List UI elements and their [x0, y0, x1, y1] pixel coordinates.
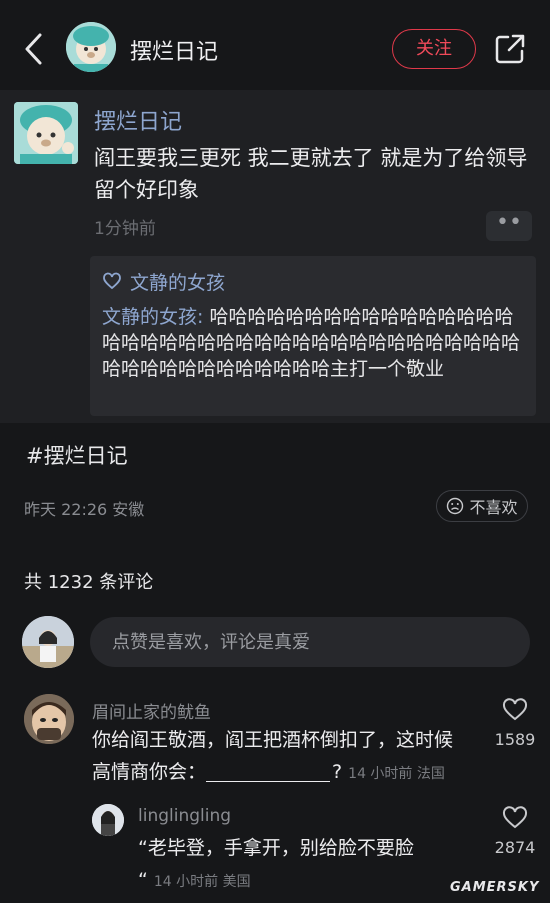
comment-text-fragment: 高情商你会：	[92, 761, 207, 783]
comment-meta: 14 小时前 美国	[153, 874, 251, 890]
post-card: 摆烂日记 阎王要我三更死 我二更就去了 就是为了给领导留个好印象 1分钟前 ••…	[0, 90, 550, 423]
comment-meta: 14 小时前 法国	[348, 766, 445, 782]
dislike-label: 不喜欢	[469, 498, 518, 517]
author-avatar[interactable]	[66, 22, 116, 72]
comment-username[interactable]: 眉间止家的鱿鱼	[92, 698, 211, 723]
comment-text-line: 高情商你会：? 14 小时前 法国	[92, 756, 492, 790]
quote-commenter-name[interactable]: 文静的女孩:	[102, 306, 203, 328]
post-timestamp: 1分钟前	[94, 219, 156, 239]
comment-username[interactable]: linglingling	[138, 806, 231, 826]
dislike-button[interactable]: 不喜欢	[436, 490, 528, 522]
comment-text-line: “老毕登，手拿开，别给脸不要脸	[138, 837, 414, 859]
sad-face-icon	[447, 497, 464, 515]
my-avatar	[22, 616, 74, 668]
quote-header: 文静的女孩	[102, 266, 524, 296]
like-count: 2874	[494, 838, 536, 857]
post-author-name[interactable]: 摆烂日记	[94, 104, 182, 136]
comment-avatar[interactable]	[92, 804, 124, 836]
comment-like-button[interactable]: 1589	[490, 698, 540, 749]
comment-text-line: “ 14 小时前 美国	[138, 864, 488, 898]
post-author-avatar[interactable]	[14, 102, 78, 164]
comment-text: 你给阎王敬酒，阎王把酒杯倒扣了，这时候 高情商你会：? 14 小时前 法国	[92, 724, 492, 790]
page-title: 摆烂日记	[130, 40, 219, 65]
share-icon[interactable]	[494, 33, 526, 65]
post-text: 阎王要我三更死 我二更就去了 就是为了给领导留个好印象	[94, 146, 528, 202]
quote-title: 文静的女孩	[130, 271, 226, 294]
post-meta: 昨天 22:26 安徽	[24, 500, 145, 519]
comment-count: 共 1232 条评论	[24, 572, 154, 593]
heart-icon	[502, 698, 528, 721]
like-count: 1589	[494, 730, 536, 749]
comment-text: “老毕登，手拿开，别给脸不要脸 “ 14 小时前 美国	[138, 832, 488, 898]
watermark-logo: GAMERSKY	[450, 880, 540, 895]
comment-text-fragment: “	[138, 869, 148, 891]
blank-underline	[206, 764, 331, 782]
hashtag-link[interactable]: #摆烂日记	[26, 440, 128, 470]
comment-avatar[interactable]	[24, 694, 74, 744]
quoted-comment[interactable]: 文静的女孩 文静的女孩: 哈哈哈哈哈哈哈哈哈哈哈哈哈哈哈哈哈哈哈哈哈哈哈哈哈哈哈…	[90, 256, 536, 416]
follow-button[interactable]: 关注	[392, 29, 476, 69]
back-arrow-icon[interactable]	[22, 32, 46, 66]
heart-icon	[103, 272, 121, 290]
comment-text-line: 你给阎王敬酒，阎王把酒杯倒扣了，这时候	[92, 729, 454, 751]
comment-input[interactable]	[90, 617, 530, 667]
comment-like-button[interactable]: 2874	[490, 806, 540, 857]
more-options-button[interactable]: ••	[486, 211, 532, 241]
quote-body: 文静的女孩: 哈哈哈哈哈哈哈哈哈哈哈哈哈哈哈哈哈哈哈哈哈哈哈哈哈哈哈哈哈哈哈哈哈…	[102, 304, 524, 382]
heart-icon	[502, 806, 528, 829]
comment-text-fragment: ?	[332, 761, 343, 783]
top-bar: 摆烂日记 关注	[0, 0, 550, 100]
